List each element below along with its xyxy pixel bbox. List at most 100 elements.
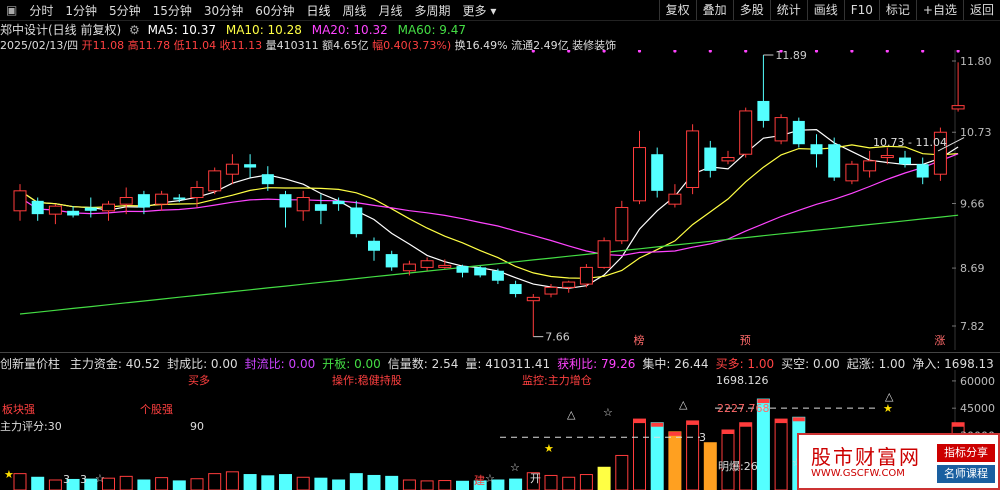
candle-body [774, 117, 788, 142]
multi-stock-button[interactable]: 多股 [732, 0, 770, 20]
indicator-bar [420, 480, 434, 490]
candle-body [332, 200, 345, 205]
signal-dot [708, 50, 712, 53]
indicator-bar-cap [792, 417, 805, 422]
indicator-bar [562, 476, 576, 490]
signal-dot [921, 50, 925, 53]
tab-1min[interactable]: 1分钟 [59, 2, 103, 19]
tab-weekly[interactable]: 周线 [337, 2, 373, 19]
candle-body [651, 154, 664, 191]
mark-button[interactable]: 标记 [878, 0, 916, 20]
ma60-line [19, 214, 959, 315]
indicator-bar [243, 474, 257, 490]
signal-triangle-icon: △ [885, 390, 894, 403]
indicator-bar [332, 479, 346, 490]
tab-multi-period[interactable]: 多周期 [409, 2, 457, 19]
candle-body [190, 187, 204, 198]
signal-dot [956, 50, 960, 53]
indicator-bar [279, 474, 292, 490]
candle-body [810, 144, 823, 155]
f10-button[interactable]: F10 [843, 0, 879, 20]
indicator-bar [544, 474, 558, 490]
text-score-value: 90 [190, 420, 204, 433]
indicator-bar [615, 454, 629, 490]
indicator-bar [225, 471, 239, 490]
candle-body [137, 194, 150, 208]
indicator-bar [686, 420, 700, 490]
signal-dot [567, 50, 571, 53]
signal-star-icon: ★ [4, 468, 14, 481]
teacher-course-tag[interactable]: 名师课程 [937, 465, 995, 483]
candle-body [84, 207, 97, 211]
candle-body [402, 263, 416, 272]
indicator-bar [208, 473, 222, 490]
ma20-value: MA20: 10.32 [311, 23, 388, 37]
indicator-name: 创新量价柱 [0, 357, 61, 371]
indicator-bar [119, 475, 133, 490]
tab-30min[interactable]: 30分钟 [198, 2, 249, 19]
indicator-bar [367, 474, 381, 490]
indicator-bar [438, 480, 452, 490]
indicator-bar [739, 422, 753, 490]
text-operation: 操作:稳健持股 [332, 373, 402, 387]
indicator-field: 量: 410311.41 [465, 357, 551, 371]
candle-body [491, 270, 504, 281]
settings-gear-icon[interactable]: ⚙ [129, 23, 140, 37]
candle-body [67, 210, 80, 216]
add-watchlist-button[interactable]: +自选 [915, 0, 963, 20]
tab-15min[interactable]: 15分钟 [147, 2, 198, 19]
tab-daily[interactable]: 日线 [300, 2, 336, 19]
text-stock-strong: 个股强 [140, 403, 173, 416]
indicator-bar [13, 473, 27, 490]
candle-body [739, 110, 753, 155]
candle-body [845, 163, 859, 182]
logo-title: 股市财富网 [811, 445, 921, 469]
candle-body [916, 164, 929, 178]
chevron-down-icon: ▾ [490, 3, 497, 18]
adjust-button[interactable]: 复权 [658, 0, 696, 20]
tab-5min[interactable]: 5分钟 [103, 2, 147, 19]
low-label: 7.66 [545, 331, 570, 344]
candle-body [350, 207, 363, 235]
candle-body [509, 284, 522, 295]
indicator-bar [137, 479, 151, 490]
signal-dot [814, 50, 819, 53]
draw-line-button[interactable]: 画线 [806, 0, 844, 20]
tab-timeshare[interactable]: 分时 [23, 2, 59, 19]
indicator-bar-cap [651, 422, 664, 427]
toolbar-menu-icon[interactable]: ▣ [0, 3, 23, 17]
stock-title: 郑中设计(日线 前复权) [0, 23, 122, 37]
back-button[interactable]: 返回 [962, 0, 1000, 20]
signal-star-icon: ☆ [485, 472, 495, 485]
candle-body [668, 193, 682, 205]
indicator-bar [349, 473, 363, 490]
text-boom-count: 明爆:26 [718, 459, 758, 473]
candle-body [244, 164, 257, 168]
candle-body [880, 155, 894, 159]
indicator-share-tag[interactable]: 指标分享 [937, 444, 995, 462]
candlestick-chart[interactable]: 11.89 7.66 10.73 - 11.04 榜 预 涨 11.80 10.73 9.66… [0, 50, 1000, 350]
statistics-button[interactable]: 统计 [769, 0, 807, 20]
overlay-button[interactable]: 叠加 [695, 0, 733, 20]
text-buy-more: 买多 [188, 373, 210, 387]
candle-body [368, 240, 380, 251]
candle-body [863, 160, 877, 172]
indicator-field: 买空: 0.00 [781, 357, 840, 371]
signal-dot [531, 50, 535, 53]
indicator-field: 封流比: 0.00 [244, 357, 316, 371]
signal-star-icon: ☆ [95, 472, 105, 485]
price-axis-label: 10.73 [960, 126, 992, 139]
candle-body [13, 190, 27, 212]
tab-60min[interactable]: 60分钟 [249, 2, 300, 19]
candle-body [544, 286, 558, 295]
tab-more[interactable]: 更多 ▾ [457, 2, 503, 19]
tab-monthly[interactable]: 月线 [373, 2, 409, 19]
indicator-bar [385, 475, 399, 490]
indicator-field: 买多: 1.00 [715, 357, 775, 371]
indicator-bar [579, 474, 593, 490]
signal-star-icon: ☆ [510, 461, 520, 474]
signal-dot [885, 50, 889, 53]
indicator-bar [774, 418, 788, 490]
candle-body [420, 260, 434, 268]
candle-body [314, 204, 327, 211]
